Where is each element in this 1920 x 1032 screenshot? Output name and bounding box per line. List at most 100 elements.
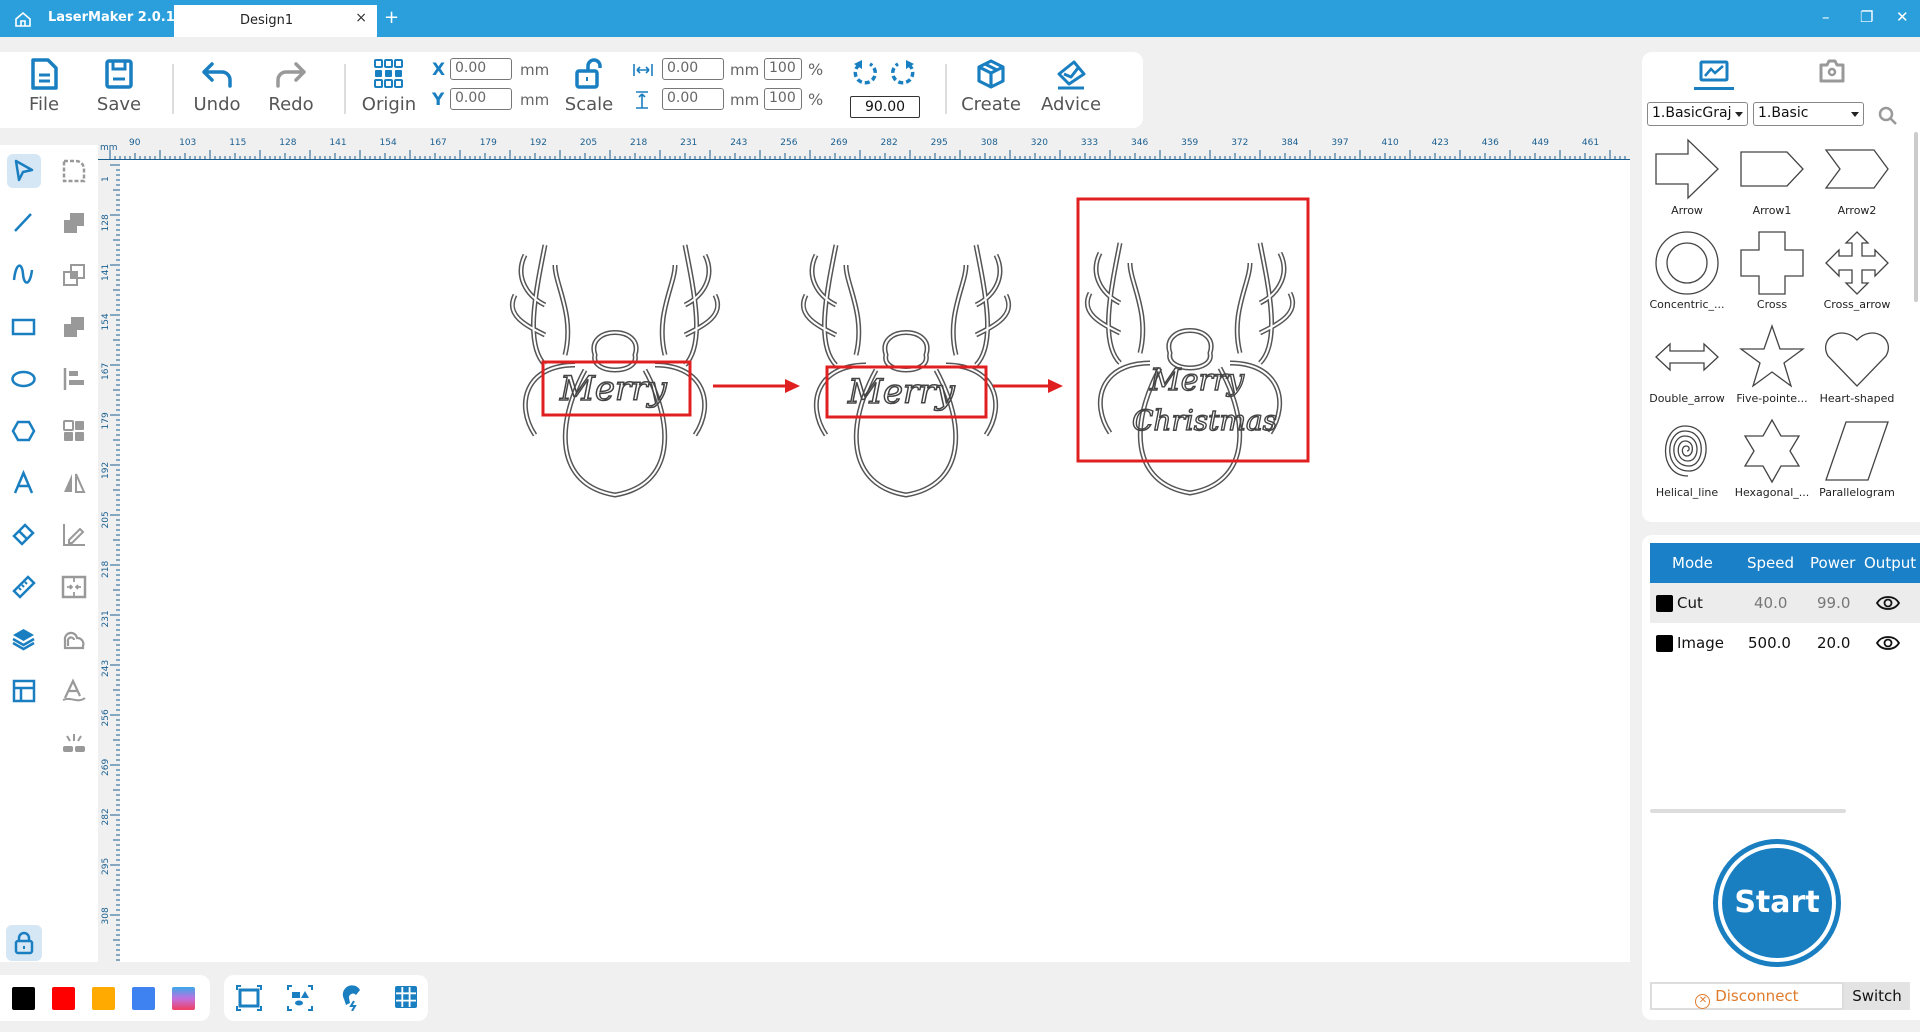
redo-button[interactable]: Redo [256,58,326,115]
shape-item-hexagonal[interactable]: Hexagonal_... [1730,418,1814,510]
shape-item-heart-shaped[interactable]: Heart-shaped [1815,324,1899,416]
home-icon[interactable] [14,10,32,28]
align-left-tool[interactable] [57,362,91,396]
layer-color-swatch[interactable] [1656,635,1673,652]
close-button[interactable]: ✕ [1896,8,1909,26]
shape-item-concentric[interactable]: Concentric_... [1645,230,1729,322]
shape-item-helical-line[interactable]: Helical_line [1645,418,1729,510]
undo-button[interactable]: Undo [182,58,252,115]
create-button[interactable]: Create [956,58,1026,115]
disconnect-button[interactable]: ✕ Disconnect [1650,982,1844,1010]
ruler-label: 128 [101,214,111,231]
mirror-tool[interactable] [57,466,91,500]
layout-tool[interactable] [7,674,41,708]
rectangle-tool[interactable] [7,310,41,344]
eye-icon[interactable] [1876,635,1900,651]
scrollbar[interactable] [1914,132,1918,302]
shape-item-double-arrow[interactable]: Double_arrow [1645,324,1729,416]
grid-icon[interactable] [394,985,418,1009]
design-canvas[interactable]: Merry Merry Merry Christmas [120,160,1630,962]
category-select[interactable]: 1.BasicGraj [1647,102,1748,126]
light-burst-tool[interactable] [57,726,91,760]
layers-tool[interactable] [7,622,41,656]
rotate-cw-icon[interactable] [888,58,918,88]
shape-item-arrow2[interactable]: Arrow2 [1815,136,1899,228]
height-input[interactable]: 0.00 [662,88,724,110]
width-unit: mm [730,61,760,79]
x-label: X [432,60,446,80]
layers-panel: Mode Speed Power Output Cut 40.0 99.0 Im… [1642,535,1920,1020]
rotation-input[interactable]: 90.00 [850,96,920,118]
layer-row-cut[interactable]: Cut 40.0 99.0 [1650,583,1920,623]
color-swatch-gradient[interactable] [172,987,195,1010]
color-swatch-red[interactable] [52,987,75,1010]
start-button[interactable]: Start [1713,839,1841,967]
eraser-tool[interactable] [7,518,41,552]
scale-lock-button[interactable]: Scale [554,58,624,115]
shape-item-cross[interactable]: Cross [1730,230,1814,322]
group-tool[interactable] [57,414,91,448]
color-swatch-orange[interactable] [92,987,115,1010]
restore-button[interactable]: ❐ [1860,8,1873,26]
subcategory-select[interactable]: 1.Basic [1753,102,1864,126]
height-percent-input[interactable]: 100 [764,88,802,110]
layer-color-swatch[interactable] [1656,595,1673,612]
search-icon[interactable] [1878,106,1898,126]
disconnect-label: Disconnect [1715,987,1799,1005]
x-position-input[interactable]: 0.00 [450,58,512,80]
shape-item-cross-arrow[interactable]: Cross_arrow [1815,230,1899,322]
shape-name: Helical_line [1655,486,1719,499]
offset-tool[interactable] [57,622,91,656]
reindeer-design-2[interactable] [803,245,1008,495]
fit-tool[interactable] [57,570,91,604]
advice-button[interactable]: Advice [1036,58,1106,115]
shape-item-parallelogram[interactable]: Parallelogram [1815,418,1899,510]
text-tool[interactable] [7,466,41,500]
shape-item-five-pointe[interactable]: Five-pointe... [1730,324,1814,416]
layers-header: Mode Speed Power Output [1650,543,1920,583]
horizontal-scrollbar[interactable] [1650,809,1846,813]
shape-item-arrow1[interactable]: Arrow1 [1730,136,1814,228]
magnet-icon[interactable] [340,985,366,1011]
ellipse-tool[interactable] [7,362,41,396]
intersect-tool[interactable] [57,258,91,292]
file-button[interactable]: File [9,58,79,115]
eye-icon[interactable] [1876,595,1900,611]
polygon-tool[interactable] [7,414,41,448]
layer-mode: Image [1677,634,1724,652]
x-unit: mm [520,61,550,79]
line-tool[interactable] [7,206,41,240]
graphics-tab[interactable] [1690,56,1738,92]
edit-node-tool[interactable] [57,518,91,552]
minimize-button[interactable]: – [1822,8,1830,26]
origin-button[interactable]: Origin [354,58,424,115]
width-input[interactable]: 0.00 [662,58,724,80]
layer-row-image[interactable]: Image 500.0 20.0 [1650,623,1920,663]
box-icon [977,59,1005,89]
layout-icon [12,679,36,703]
shape-item-arrow[interactable]: Arrow [1645,136,1729,228]
union-tool[interactable] [57,206,91,240]
tab-design1[interactable]: Design1 × [174,5,377,37]
close-tab-icon[interactable]: × [355,10,367,26]
ruler-label: 231 [101,610,111,627]
rounded-corner-tool[interactable] [57,154,91,188]
lock-button[interactable] [6,925,42,961]
save-button[interactable]: Save [84,58,154,115]
rotate-ccw-icon[interactable] [850,58,880,88]
color-swatch-black[interactable] [12,987,35,1010]
ruler-tool[interactable] [7,570,41,604]
switch-button[interactable]: Switch [1844,982,1910,1010]
subtract-tool[interactable] [57,310,91,344]
camera-icon[interactable] [1818,58,1846,84]
shape-name: Five-pointe... [1736,392,1808,405]
select-tool[interactable] [7,154,41,188]
color-swatch-blue[interactable] [132,987,155,1010]
text-path-tool[interactable] [57,674,91,708]
y-position-input[interactable]: 0.00 [450,88,512,110]
new-tab-button[interactable]: + [384,7,399,28]
curve-tool[interactable] [7,258,41,292]
center-icon[interactable] [287,985,313,1011]
width-percent-input[interactable]: 100 [764,58,802,80]
frame-icon[interactable] [236,985,262,1011]
